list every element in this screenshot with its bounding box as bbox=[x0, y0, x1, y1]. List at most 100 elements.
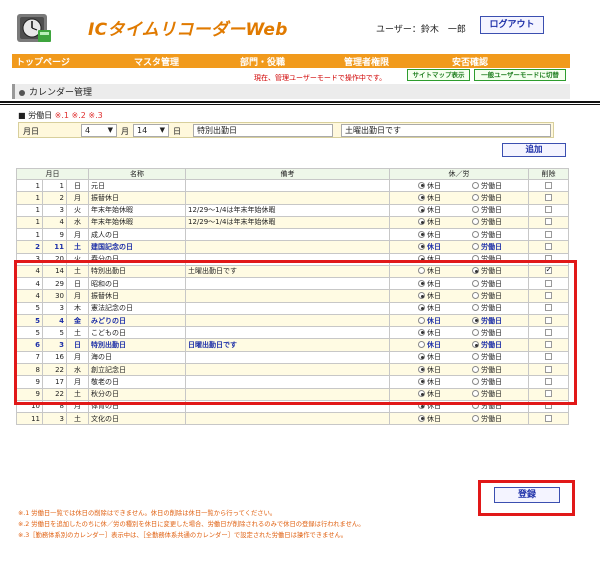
radio-icon[interactable] bbox=[472, 365, 479, 373]
radio-icon[interactable] bbox=[472, 328, 479, 336]
workday-option[interactable]: 労働日 bbox=[472, 181, 526, 191]
radio-icon[interactable] bbox=[418, 218, 425, 226]
radio-icon[interactable] bbox=[472, 242, 479, 250]
holiday-option[interactable]: 休日 bbox=[418, 181, 472, 191]
holiday-option[interactable]: 休日 bbox=[418, 340, 472, 350]
radio-icon[interactable] bbox=[472, 316, 479, 324]
radio-icon[interactable] bbox=[418, 267, 425, 275]
radio-icon[interactable] bbox=[418, 328, 425, 336]
radio-icon[interactable] bbox=[418, 390, 425, 398]
radio-icon[interactable] bbox=[418, 353, 425, 361]
general-mode-button[interactable]: 一般ユーザーモードに切替 bbox=[474, 69, 566, 81]
workday-option[interactable]: 労働日 bbox=[472, 230, 526, 240]
holiday-option[interactable]: 休日 bbox=[418, 316, 472, 326]
workday-option[interactable]: 労働日 bbox=[472, 316, 526, 326]
holiday-option[interactable]: 休日 bbox=[418, 254, 472, 264]
radio-icon[interactable] bbox=[418, 365, 425, 373]
radio-icon[interactable] bbox=[472, 279, 479, 287]
nav-admin-permission[interactable]: 管理者権限 bbox=[344, 55, 389, 68]
delete-checkbox[interactable] bbox=[545, 353, 552, 361]
delete-checkbox[interactable] bbox=[545, 242, 552, 250]
delete-checkbox[interactable] bbox=[545, 266, 552, 275]
month-select[interactable]: 4 ▼ bbox=[81, 124, 117, 137]
radio-icon[interactable] bbox=[472, 377, 479, 385]
workday-option[interactable]: 労働日 bbox=[472, 328, 526, 338]
radio-icon[interactable] bbox=[472, 267, 479, 275]
nav-department-position[interactable]: 部門・役職 bbox=[240, 55, 285, 68]
delete-checkbox[interactable] bbox=[545, 365, 552, 373]
delete-checkbox[interactable] bbox=[545, 390, 552, 398]
workday-option[interactable]: 労働日 bbox=[472, 340, 526, 350]
delete-checkbox[interactable] bbox=[545, 279, 552, 287]
radio-icon[interactable] bbox=[418, 316, 425, 324]
workday-option[interactable]: 労働日 bbox=[472, 414, 526, 424]
radio-icon[interactable] bbox=[472, 402, 479, 410]
logout-button[interactable]: ログアウト bbox=[480, 16, 544, 34]
workday-option[interactable]: 労働日 bbox=[472, 266, 526, 276]
holiday-option[interactable]: 休日 bbox=[418, 328, 472, 338]
workday-option[interactable]: 労働日 bbox=[472, 365, 526, 375]
delete-checkbox[interactable] bbox=[545, 292, 552, 300]
nav-master-management[interactable]: マスタ管理 bbox=[134, 55, 179, 68]
radio-icon[interactable] bbox=[418, 242, 425, 250]
holiday-option[interactable]: 休日 bbox=[418, 242, 472, 252]
holiday-option[interactable]: 休日 bbox=[418, 230, 472, 240]
radio-icon[interactable] bbox=[418, 377, 425, 385]
workday-option[interactable]: 労働日 bbox=[472, 401, 526, 411]
radio-icon[interactable] bbox=[472, 304, 479, 312]
nav-safety-check[interactable]: 安否確認 bbox=[452, 55, 488, 68]
radio-icon[interactable] bbox=[418, 206, 425, 214]
radio-icon[interactable] bbox=[472, 206, 479, 214]
delete-checkbox[interactable] bbox=[545, 206, 552, 214]
workday-option[interactable]: 労働日 bbox=[472, 377, 526, 387]
radio-icon[interactable] bbox=[472, 353, 479, 361]
workday-option[interactable]: 労働日 bbox=[472, 205, 526, 215]
nav-top-page[interactable]: トップページ bbox=[16, 55, 70, 68]
day-select[interactable]: 14 ▼ bbox=[133, 124, 169, 137]
holiday-option[interactable]: 休日 bbox=[418, 217, 472, 227]
delete-checkbox[interactable] bbox=[545, 328, 552, 336]
delete-checkbox[interactable] bbox=[545, 316, 552, 324]
holiday-option[interactable]: 休日 bbox=[418, 389, 472, 399]
holiday-option[interactable]: 休日 bbox=[418, 414, 472, 424]
radio-icon[interactable] bbox=[472, 390, 479, 398]
radio-icon[interactable] bbox=[418, 193, 425, 201]
radio-icon[interactable] bbox=[472, 341, 479, 349]
radio-icon[interactable] bbox=[472, 230, 479, 238]
radio-icon[interactable] bbox=[418, 414, 425, 422]
workday-option[interactable]: 労働日 bbox=[472, 242, 526, 252]
delete-checkbox[interactable] bbox=[545, 377, 552, 385]
radio-icon[interactable] bbox=[472, 414, 479, 422]
holiday-option[interactable]: 休日 bbox=[418, 303, 472, 313]
radio-icon[interactable] bbox=[418, 255, 425, 263]
workday-option[interactable]: 労働日 bbox=[472, 193, 526, 203]
holiday-option[interactable]: 休日 bbox=[418, 401, 472, 411]
delete-checkbox[interactable] bbox=[545, 402, 552, 410]
holiday-option[interactable]: 休日 bbox=[418, 279, 472, 289]
delete-checkbox[interactable] bbox=[545, 193, 552, 201]
radio-icon[interactable] bbox=[472, 255, 479, 263]
holiday-option[interactable]: 休日 bbox=[418, 291, 472, 301]
radio-icon[interactable] bbox=[418, 181, 425, 189]
radio-icon[interactable] bbox=[418, 341, 425, 349]
workday-option[interactable]: 労働日 bbox=[472, 352, 526, 362]
delete-checkbox[interactable] bbox=[545, 414, 552, 422]
radio-icon[interactable] bbox=[418, 230, 425, 238]
holiday-option[interactable]: 休日 bbox=[418, 205, 472, 215]
radio-icon[interactable] bbox=[418, 292, 425, 300]
radio-icon[interactable] bbox=[472, 181, 479, 189]
delete-checkbox[interactable] bbox=[545, 230, 552, 238]
radio-icon[interactable] bbox=[472, 218, 479, 226]
add-button[interactable]: 追加 bbox=[502, 143, 566, 157]
radio-icon[interactable] bbox=[472, 292, 479, 300]
delete-checkbox[interactable] bbox=[545, 341, 552, 349]
radio-icon[interactable] bbox=[418, 402, 425, 410]
delete-checkbox[interactable] bbox=[545, 304, 552, 312]
delete-checkbox[interactable] bbox=[545, 181, 552, 189]
radio-icon[interactable] bbox=[472, 193, 479, 201]
workday-option[interactable]: 労働日 bbox=[472, 217, 526, 227]
delete-checkbox[interactable] bbox=[545, 255, 552, 263]
holiday-option[interactable]: 休日 bbox=[418, 377, 472, 387]
holiday-option[interactable]: 休日 bbox=[418, 193, 472, 203]
radio-icon[interactable] bbox=[418, 279, 425, 287]
